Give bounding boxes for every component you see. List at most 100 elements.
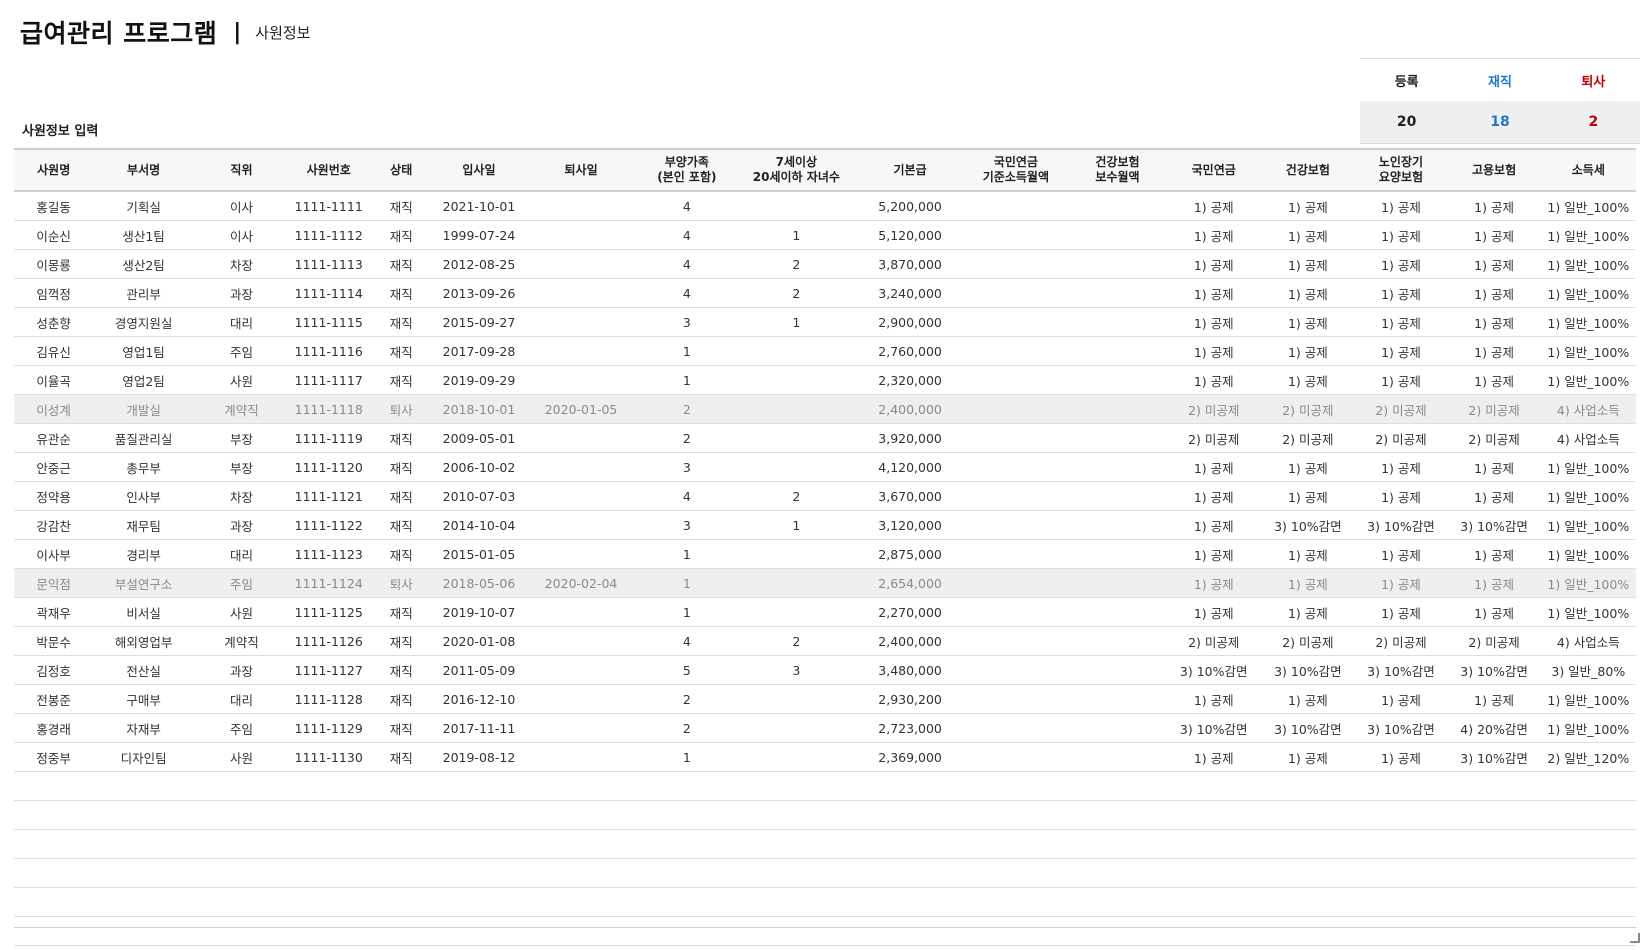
resize-grip-icon[interactable] [1630, 933, 1640, 943]
table-cell[interactable]: 2009-05-01 [434, 423, 524, 453]
table-cell[interactable] [962, 481, 1069, 511]
table-cell[interactable] [962, 365, 1069, 395]
table-cell[interactable]: 생산1팀 [93, 220, 194, 250]
table-cell[interactable] [368, 858, 434, 888]
table-cell[interactable] [735, 191, 858, 221]
table-cell[interactable]: 1) 공제 [1354, 568, 1448, 598]
table-cell[interactable]: 1) 공제 [1447, 336, 1541, 366]
table-cell[interactable]: 1) 일반_100% [1540, 191, 1636, 221]
table-cell[interactable] [523, 423, 639, 453]
table-cell[interactable] [638, 829, 736, 859]
table-cell[interactable] [857, 858, 963, 888]
table-cell[interactable] [962, 684, 1069, 714]
table-cell[interactable] [1068, 191, 1167, 221]
table-cell[interactable]: 2) 미공제 [1261, 423, 1355, 453]
table-cell[interactable]: 2) 미공제 [1354, 394, 1448, 424]
table-cell[interactable]: 1) 공제 [1261, 742, 1355, 772]
table-cell[interactable]: 1111-1119 [289, 423, 369, 453]
table-cell[interactable]: 전산실 [93, 655, 194, 685]
table-cell[interactable]: 2 [638, 713, 736, 743]
table-cell[interactable] [1354, 800, 1448, 830]
table-cell[interactable] [962, 191, 1069, 221]
table-cell[interactable]: 2) 미공제 [1354, 423, 1448, 453]
table-cell[interactable]: 3) 10%감면 [1447, 510, 1541, 540]
table-cell[interactable]: 3 [735, 655, 858, 685]
table-cell[interactable]: 3) 10%감면 [1261, 510, 1355, 540]
table-cell[interactable]: 2015-09-27 [434, 307, 524, 337]
table-cell[interactable] [1068, 365, 1167, 395]
table-cell[interactable]: 재직 [368, 510, 434, 540]
empty-table-row[interactable] [14, 800, 1636, 830]
column-header[interactable]: 고용보험 [1447, 148, 1541, 192]
table-cell[interactable]: 이율곡 [14, 365, 94, 395]
table-cell[interactable]: 2) 미공제 [1166, 423, 1262, 453]
table-cell[interactable]: 이성계 [14, 394, 94, 424]
table-cell[interactable] [1166, 800, 1262, 830]
table-cell[interactable]: 구매부 [93, 684, 194, 714]
table-cell[interactable]: 곽재우 [14, 597, 94, 627]
table-row[interactable]: 이몽룡 생산2팀 차장 1111-1113 재직 2012-08-25 4 2 3,870,00… [14, 249, 1636, 279]
table-cell[interactable] [14, 771, 94, 801]
table-row[interactable]: 이율곡 영업2팀 사원 1111-1117 재직 2019-09-29 1 2,320,000… [14, 365, 1636, 395]
table-cell[interactable] [1166, 858, 1262, 888]
table-cell[interactable]: 1) 공제 [1354, 742, 1448, 772]
table-cell[interactable] [1166, 887, 1262, 917]
table-cell[interactable]: 3) 10%감면 [1354, 510, 1448, 540]
table-cell[interactable]: 1111-1112 [289, 220, 369, 250]
table-cell[interactable] [735, 858, 858, 888]
table-cell[interactable] [735, 365, 858, 395]
table-cell[interactable] [523, 365, 639, 395]
table-cell[interactable] [962, 568, 1069, 598]
table-cell[interactable]: 2,400,000 [857, 394, 963, 424]
table-cell[interactable]: 1) 공제 [1166, 307, 1262, 337]
table-cell[interactable] [1068, 916, 1167, 946]
table-cell[interactable]: 1) 공제 [1166, 220, 1262, 250]
table-cell[interactable] [735, 568, 858, 598]
table-cell[interactable]: 재직 [368, 365, 434, 395]
column-header[interactable]: 국민연금 [1166, 148, 1262, 192]
table-cell[interactable] [193, 800, 290, 830]
table-cell[interactable] [523, 655, 639, 685]
table-cell[interactable]: 1) 공제 [1166, 191, 1262, 221]
table-cell[interactable] [1068, 249, 1167, 279]
table-cell[interactable]: 사원 [193, 742, 290, 772]
table-cell[interactable]: 4 [638, 626, 736, 656]
table-cell[interactable]: 문익점 [14, 568, 94, 598]
table-cell[interactable] [523, 684, 639, 714]
table-cell[interactable]: 2020-01-08 [434, 626, 524, 656]
table-cell[interactable]: 1) 공제 [1447, 568, 1541, 598]
table-cell[interactable] [962, 423, 1069, 453]
table-cell[interactable] [523, 307, 639, 337]
table-cell[interactable]: 3,920,000 [857, 423, 963, 453]
table-cell[interactable] [1540, 829, 1636, 859]
table-cell[interactable] [962, 249, 1069, 279]
table-cell[interactable] [368, 916, 434, 946]
table-cell[interactable]: 1) 공제 [1261, 307, 1355, 337]
table-cell[interactable]: 이사 [193, 220, 290, 250]
table-cell[interactable] [1166, 916, 1262, 946]
table-cell[interactable] [962, 510, 1069, 540]
table-cell[interactable]: 1111-1114 [289, 278, 369, 308]
table-cell[interactable]: 1) 공제 [1447, 452, 1541, 482]
table-cell[interactable]: 대리 [193, 539, 290, 569]
table-cell[interactable]: 2016-12-10 [434, 684, 524, 714]
table-cell[interactable] [1261, 771, 1355, 801]
table-cell[interactable]: 3) 10%감면 [1447, 742, 1541, 772]
table-cell[interactable]: 퇴사 [368, 568, 434, 598]
table-cell[interactable]: 유관순 [14, 423, 94, 453]
table-cell[interactable]: 2,400,000 [857, 626, 963, 656]
table-cell[interactable] [523, 626, 639, 656]
table-cell[interactable]: 1) 공제 [1354, 452, 1448, 482]
table-row[interactable]: 곽재우 비서실 사원 1111-1125 재직 2019-10-07 1 2,270,000 1… [14, 597, 1636, 627]
table-cell[interactable] [962, 394, 1069, 424]
table-cell[interactable] [289, 829, 369, 859]
table-cell[interactable] [523, 539, 639, 569]
table-cell[interactable] [735, 916, 858, 946]
table-cell[interactable]: 1) 일반_100% [1540, 278, 1636, 308]
table-cell[interactable]: 재무팀 [93, 510, 194, 540]
table-row[interactable]: 문익점 부설연구소 주임 1111-1124 퇴사 2018-05-06 2020-02-0… [14, 568, 1636, 598]
table-cell[interactable] [638, 858, 736, 888]
table-cell[interactable] [193, 829, 290, 859]
table-row[interactable]: 정중부 디자인팀 사원 1111-1130 재직 2019-08-12 1 2,369,000… [14, 742, 1636, 772]
table-cell[interactable] [523, 249, 639, 279]
